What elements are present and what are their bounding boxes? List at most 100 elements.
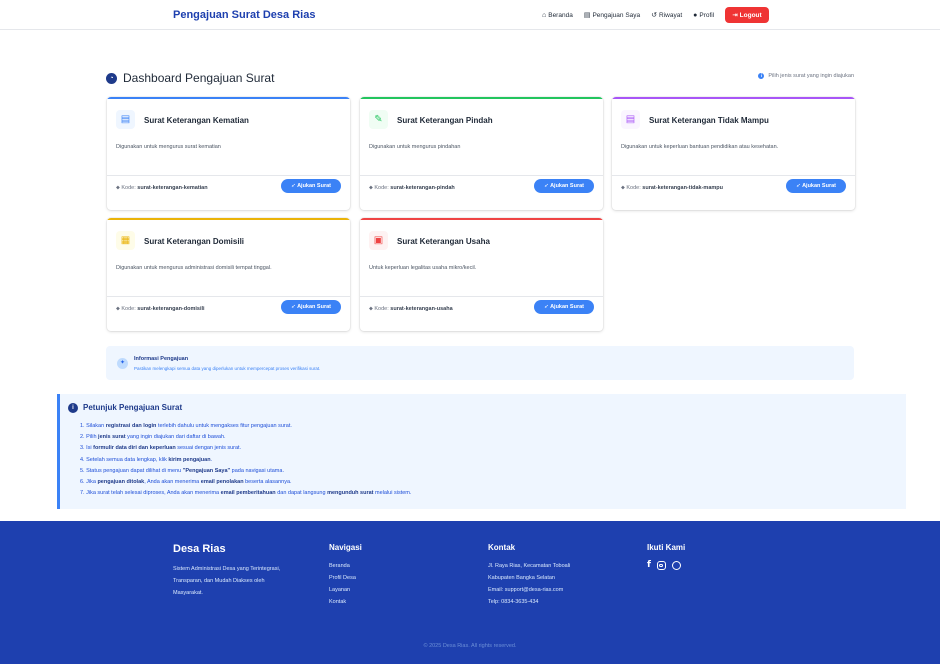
card-code: ⬥ Kode: surat-keterangan-kematian [116, 185, 208, 192]
step-text: 3. Isi [80, 445, 94, 452]
card-title: Surat Keterangan Kematian [144, 116, 249, 125]
info-text: Pastikan melengkapi semua data yang dipe… [134, 366, 321, 371]
card-accent-bar [107, 218, 350, 220]
button-label: Ajukan Surat [297, 183, 331, 189]
guide-step: 4. Setelah semua data lengkap, klik kiri… [80, 455, 411, 466]
step-emphasis: email pemberitahuan [220, 490, 276, 497]
submit-letter-button[interactable]: ➶ Ajukan Surat [281, 179, 341, 193]
step-text: terlebih dahulu untuk mengakses fitur pe… [156, 423, 292, 429]
card-title: Surat Keterangan Pindah [397, 116, 493, 125]
guide-step: 3. Isi formulir data diri dan keperluan … [80, 443, 411, 454]
button-label: Ajukan Surat [297, 304, 331, 310]
nav-item-beranda[interactable]: ⌂ Beranda [542, 12, 573, 19]
letter-card: ▤ Surat Keterangan Kematian Digunakan untu… [107, 97, 350, 210]
step-text: 6. Jika [80, 479, 98, 486]
step-emphasis: email penolakan [200, 479, 244, 486]
card-code: ⬥ Kode: surat-keterangan-pindah [369, 185, 455, 192]
step-text: beserta alasannya. [243, 479, 292, 486]
brand-title[interactable]: Pengajuan Surat Desa Rias [173, 9, 315, 21]
invoice-icon: ▣ [369, 231, 388, 250]
nav-item-riwayat[interactable]: ↺ Riwayat [651, 11, 683, 20]
card-divider [107, 296, 350, 297]
code-value: surat-keterangan-tidak-mampu [642, 185, 723, 191]
footer-about-line: Sistem Administrasi Desa yang Terintegra… [173, 566, 281, 572]
card-title: Surat Keterangan Usaha [397, 237, 490, 246]
letter-card: ▣ Surat Keterangan Usaha Untuk keperluan l… [360, 218, 603, 331]
lightbulb-icon: ✦ [117, 358, 128, 369]
card-title: Surat Keterangan Domisili [144, 237, 245, 246]
info-icon: i [758, 73, 765, 79]
nav-item-profil[interactable]: ● Profil [693, 12, 714, 19]
step-text: , Anda akan menerima [144, 479, 201, 486]
footer-link-kontak[interactable]: Kontak [329, 596, 362, 608]
instagram-icon[interactable] [656, 561, 666, 570]
step-text: yang ingin diajukan dari daftar di bawah… [125, 434, 226, 441]
nav-item-pengajuan-saya[interactable]: ▤ Pengajuan Saya [583, 11, 640, 20]
user-icon: ● [693, 11, 698, 19]
facebook-icon[interactable]: f [647, 560, 651, 570]
submit-letter-button[interactable]: ➶ Ajukan Surat [281, 300, 341, 314]
card-accent-bar [360, 218, 603, 220]
contact-regency: Kabupaten Bangka Selatan [488, 575, 555, 581]
step-emphasis: registrasi dan login [105, 423, 157, 429]
step-emphasis: pengajuan ditolak [97, 479, 145, 486]
footer-contact: Kontak Jl. Raya Rias, Kecamatan Toboali … [488, 543, 570, 608]
logout-label: Logout [739, 11, 762, 19]
step-text: sesuai dengan jenis surat. [175, 445, 242, 452]
footer-about: Desa Rias Sistem Administrasi Desa yang … [173, 543, 280, 599]
card-accent-bar [107, 97, 350, 99]
submit-letter-button[interactable]: ➶ Ajukan Surat [534, 179, 594, 193]
step-emphasis: jenis surat [98, 434, 126, 441]
code-label: Kode: [374, 306, 389, 312]
footer-about-line: Masyarakat. [173, 590, 203, 596]
whatsapp-icon[interactable] [671, 561, 681, 570]
page-title: Dashboard Pengajuan Surat [123, 71, 275, 85]
footer-contact-title: Kontak [488, 543, 516, 552]
step-emphasis: formulir data diri dan keperluan [93, 445, 176, 452]
dashboard-icon: ◔ [106, 72, 117, 84]
submit-letter-button[interactable]: ➶ Ajukan Surat [534, 300, 594, 314]
card-description: Digunakan untuk mengurus administrasi do… [116, 265, 272, 271]
selection-hint: i Pilih jenis surat yang ingin diajukan [758, 73, 854, 79]
button-label: Ajukan Surat [550, 183, 584, 189]
code-label: Kode: [374, 185, 389, 191]
step-emphasis: "Pengajuan Saya" [182, 467, 231, 474]
footer-navigation: Navigasi Beranda Profil Desa Layanan Kon… [329, 543, 362, 608]
card-description: Digunakan untuk mengurus surat kematian [116, 144, 221, 150]
footer-link-beranda[interactable]: Beranda [329, 560, 362, 572]
code-value: surat-keterangan-domisili [137, 306, 205, 312]
footer-link-layanan[interactable]: Layanan [329, 584, 362, 596]
letter-card: ✎ Surat Keterangan Pindah Digunakan untuk … [360, 97, 603, 210]
card-title: Surat Keterangan Tidak Mampu [649, 116, 769, 125]
nav-item-label: Beranda [548, 11, 573, 19]
step-text: pada navigasi utama. [230, 467, 284, 474]
dashboard-header: ◔ Dashboard Pengajuan Surat [106, 71, 274, 85]
nav-item-label: Riwayat [659, 11, 683, 19]
step-emphasis: mengunduh surat [327, 490, 374, 497]
card-description: Digunakan untuk keperluan bantuan pendid… [621, 144, 779, 150]
contact-email: Email: support@desa-rias.com [488, 587, 564, 593]
card-code: ⬥ Kode: surat-keterangan-domisili [116, 306, 205, 313]
code-value: surat-keterangan-pindah [390, 185, 455, 191]
document-icon: ▤ [116, 110, 135, 129]
clipboard-icon: ▦ [116, 231, 135, 250]
submit-letter-button[interactable]: ➶ Ajukan Surat [786, 179, 846, 193]
step-text: 4. Setelah semua data lengkap, klik [80, 456, 169, 463]
card-divider [107, 175, 350, 176]
card-divider [360, 175, 603, 176]
card-divider [360, 296, 603, 297]
nav-menu: ⌂ Beranda ▤ Pengajuan Saya ↺ Riwayat ● Profil ⇥ L… [542, 7, 769, 23]
button-label: Ajukan Surat [550, 304, 584, 310]
footer-nav-title: Navigasi [329, 543, 362, 552]
document-icon: ▤ [583, 12, 591, 19]
logout-icon: ⇥ [732, 12, 738, 19]
button-label: Ajukan Surat [802, 183, 836, 189]
card-accent-bar [612, 97, 855, 99]
step-text: 2. Pilih [80, 434, 99, 441]
logout-button[interactable]: ⇥ Logout [725, 7, 769, 23]
footer-link-profil-desa[interactable]: Profil Desa [329, 572, 362, 584]
card-description: Digunakan untuk mengurus pindahan [369, 144, 461, 150]
code-value: surat-keterangan-usaha [390, 306, 453, 312]
letter-card: ▤ Surat Keterangan Tidak Mampu Digunakan u… [612, 97, 855, 210]
contact-address: Jl. Raya Rias, Kecamatan Toboali [488, 563, 571, 569]
